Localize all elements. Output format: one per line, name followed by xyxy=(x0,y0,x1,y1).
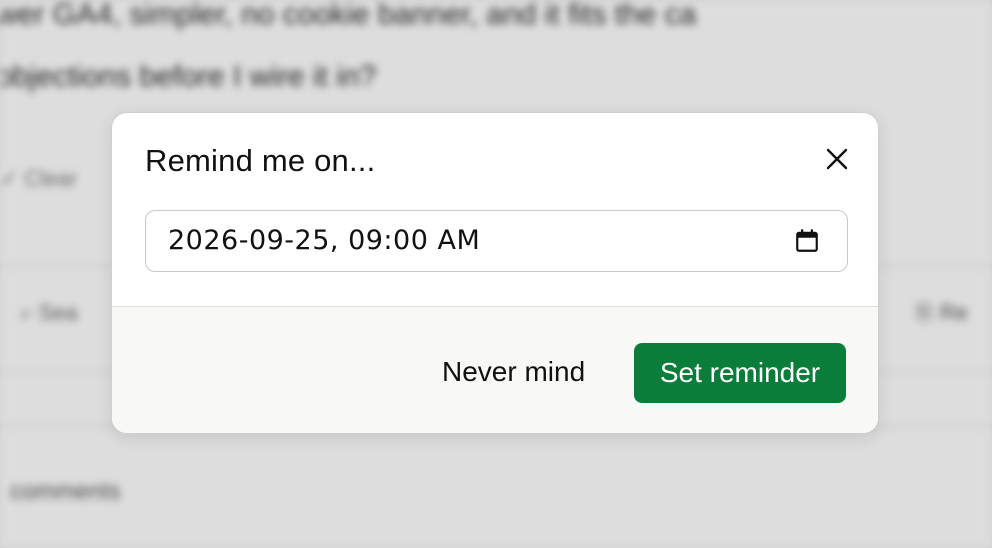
reminder-dialog: Remind me on... 2026-09-25, 09:00 AM Nev… xyxy=(111,112,879,434)
set-reminder-button[interactable]: Set reminder xyxy=(634,343,846,403)
never-mind-button[interactable]: Never mind xyxy=(424,343,603,401)
reminder-datetime-input[interactable]: 2026-09-25, 09:00 AM xyxy=(145,210,848,272)
dialog-footer: Never mind Set reminder xyxy=(112,306,878,433)
calendar-icon[interactable] xyxy=(794,228,820,254)
close-icon xyxy=(826,148,848,170)
close-button[interactable] xyxy=(819,141,855,177)
dialog-title: Remind me on... xyxy=(145,143,376,178)
datetime-value[interactable]: 2026-09-25, 09:00 AM xyxy=(168,225,480,256)
